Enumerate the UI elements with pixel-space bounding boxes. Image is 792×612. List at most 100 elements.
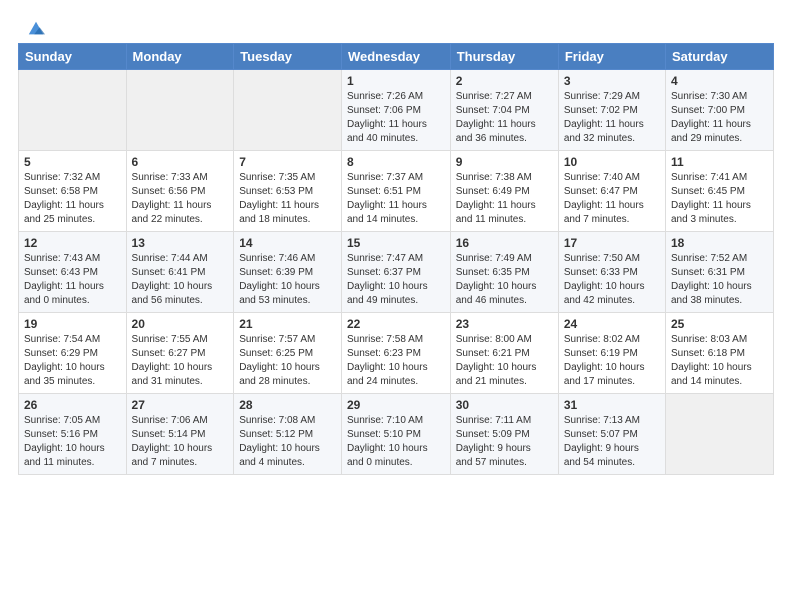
day-header-friday: Friday bbox=[558, 44, 665, 70]
cell-content: Sunrise: 7:41 AM Sunset: 6:45 PM Dayligh… bbox=[671, 171, 768, 227]
calendar-cell: 26 Sunrise: 7:05 AM Sunset: 5:16 PM Dayli… bbox=[19, 394, 127, 475]
calendar-cell: 6Sunrise: 7:33 AM Sunset: 6:56 PM Daylig… bbox=[126, 151, 234, 232]
calendar-cell bbox=[126, 70, 234, 151]
calendar-header-row: SundayMondayTuesdayWednesdayThursdayFrid… bbox=[19, 44, 774, 70]
week-row-4: 26 Sunrise: 7:05 AM Sunset: 5:16 PM Dayli… bbox=[19, 394, 774, 475]
calendar-cell: 17Sunrise: 7:50 AM Sunset: 6:33 PM Dayli… bbox=[558, 232, 665, 313]
cell-content: Sunrise: 7:08 AM Sunset: 5:12 PM Dayligh… bbox=[239, 414, 336, 470]
cell-content: Sunrise: 7:06 AM Sunset: 5:14 PM Dayligh… bbox=[132, 414, 229, 470]
calendar-table: SundayMondayTuesdayWednesdayThursdayFrid… bbox=[18, 43, 774, 475]
cell-content: Sunrise: 7:46 AM Sunset: 6:39 PM Dayligh… bbox=[239, 252, 336, 308]
cell-content: Sunrise: 8:00 AM Sunset: 6:21 PM Dayligh… bbox=[456, 333, 553, 389]
calendar-cell: 23Sunrise: 8:00 AM Sunset: 6:21 PM Dayli… bbox=[450, 313, 558, 394]
cell-content: Sunrise: 7:37 AM Sunset: 6:51 PM Dayligh… bbox=[347, 171, 445, 227]
cell-content: Sunrise: 7:52 AM Sunset: 6:31 PM Dayligh… bbox=[671, 252, 768, 308]
calendar-cell: 21 Sunrise: 7:57 AM Sunset: 6:25 PM Dayli… bbox=[234, 313, 342, 394]
day-header-wednesday: Wednesday bbox=[341, 44, 450, 70]
cell-content: Sunrise: 7:58 AM Sunset: 6:23 PM Dayligh… bbox=[347, 333, 445, 389]
calendar-cell: 28 Sunrise: 7:08 AM Sunset: 5:12 PM Dayli… bbox=[234, 394, 342, 475]
cell-content: Sunrise: 7:10 AM Sunset: 5:10 PM Dayligh… bbox=[347, 414, 445, 470]
cell-content: Sunrise: 7:27 AM Sunset: 7:04 PM Dayligh… bbox=[456, 90, 553, 146]
cell-content: Sunrise: 7:57 AM Sunset: 6:25 PM Dayligh… bbox=[239, 333, 336, 389]
cell-content: Sunrise: 7:35 AM Sunset: 6:53 PM Dayligh… bbox=[239, 171, 336, 227]
cell-content: Sunrise: 7:40 AM Sunset: 6:47 PM Dayligh… bbox=[564, 171, 660, 227]
logo-icon bbox=[27, 20, 45, 38]
day-number: 26 bbox=[24, 398, 121, 412]
calendar-cell: 18 Sunrise: 7:52 AM Sunset: 6:31 PM Dayli… bbox=[666, 232, 774, 313]
day-number: 9 bbox=[456, 155, 553, 169]
calendar-cell bbox=[666, 394, 774, 475]
calendar-cell: 19 Sunrise: 7:54 AM Sunset: 6:29 PM Dayli… bbox=[19, 313, 127, 394]
calendar-cell: 13 Sunrise: 7:44 AM Sunset: 6:41 PM Dayli… bbox=[126, 232, 234, 313]
cell-content: Sunrise: 7:49 AM Sunset: 6:35 PM Dayligh… bbox=[456, 252, 553, 308]
cell-content: Sunrise: 7:43 AM Sunset: 6:43 PM Dayligh… bbox=[24, 252, 121, 308]
day-header-monday: Monday bbox=[126, 44, 234, 70]
day-number: 13 bbox=[132, 236, 229, 250]
calendar-body: 1 Sunrise: 7:26 AM Sunset: 7:06 PM Daylig… bbox=[19, 70, 774, 475]
calendar-cell bbox=[234, 70, 342, 151]
day-number: 21 bbox=[239, 317, 336, 331]
day-number: 7 bbox=[239, 155, 336, 169]
calendar-cell: 27Sunrise: 7:06 AM Sunset: 5:14 PM Dayli… bbox=[126, 394, 234, 475]
week-row-2: 12 Sunrise: 7:43 AM Sunset: 6:43 PM Dayli… bbox=[19, 232, 774, 313]
calendar-cell: 30Sunrise: 7:11 AM Sunset: 5:09 PM Dayli… bbox=[450, 394, 558, 475]
cell-content: Sunrise: 7:38 AM Sunset: 6:49 PM Dayligh… bbox=[456, 171, 553, 227]
calendar-cell: 24 Sunrise: 8:02 AM Sunset: 6:19 PM Dayli… bbox=[558, 313, 665, 394]
calendar-cell bbox=[19, 70, 127, 151]
day-number: 22 bbox=[347, 317, 445, 331]
header bbox=[10, 10, 782, 43]
day-number: 28 bbox=[239, 398, 336, 412]
week-row-1: 5 Sunrise: 7:32 AM Sunset: 6:58 PM Daylig… bbox=[19, 151, 774, 232]
calendar-cell: 9 Sunrise: 7:38 AM Sunset: 6:49 PM Daylig… bbox=[450, 151, 558, 232]
day-number: 5 bbox=[24, 155, 121, 169]
cell-content: Sunrise: 7:30 AM Sunset: 7:00 PM Dayligh… bbox=[671, 90, 768, 146]
day-number: 2 bbox=[456, 74, 553, 88]
calendar-cell: 20Sunrise: 7:55 AM Sunset: 6:27 PM Dayli… bbox=[126, 313, 234, 394]
day-number: 14 bbox=[239, 236, 336, 250]
cell-content: Sunrise: 7:33 AM Sunset: 6:56 PM Dayligh… bbox=[132, 171, 229, 227]
calendar-cell: 29 Sunrise: 7:10 AM Sunset: 5:10 PM Dayli… bbox=[341, 394, 450, 475]
week-row-0: 1 Sunrise: 7:26 AM Sunset: 7:06 PM Daylig… bbox=[19, 70, 774, 151]
day-number: 31 bbox=[564, 398, 660, 412]
calendar-cell: 14 Sunrise: 7:46 AM Sunset: 6:39 PM Dayli… bbox=[234, 232, 342, 313]
calendar-cell: 25 Sunrise: 8:03 AM Sunset: 6:18 PM Dayli… bbox=[666, 313, 774, 394]
day-number: 10 bbox=[564, 155, 660, 169]
calendar-cell: 5 Sunrise: 7:32 AM Sunset: 6:58 PM Daylig… bbox=[19, 151, 127, 232]
cell-content: Sunrise: 7:26 AM Sunset: 7:06 PM Dayligh… bbox=[347, 90, 445, 146]
calendar-cell: 15 Sunrise: 7:47 AM Sunset: 6:37 PM Dayli… bbox=[341, 232, 450, 313]
cell-content: Sunrise: 7:32 AM Sunset: 6:58 PM Dayligh… bbox=[24, 171, 121, 227]
cell-content: Sunrise: 7:44 AM Sunset: 6:41 PM Dayligh… bbox=[132, 252, 229, 308]
day-number: 15 bbox=[347, 236, 445, 250]
logo bbox=[25, 20, 45, 38]
calendar-cell: 12 Sunrise: 7:43 AM Sunset: 6:43 PM Dayli… bbox=[19, 232, 127, 313]
calendar-cell: 10 Sunrise: 7:40 AM Sunset: 6:47 PM Dayli… bbox=[558, 151, 665, 232]
cell-content: Sunrise: 7:13 AM Sunset: 5:07 PM Dayligh… bbox=[564, 414, 660, 470]
cell-content: Sunrise: 8:03 AM Sunset: 6:18 PM Dayligh… bbox=[671, 333, 768, 389]
day-number: 1 bbox=[347, 74, 445, 88]
day-number: 18 bbox=[671, 236, 768, 250]
cell-content: Sunrise: 7:54 AM Sunset: 6:29 PM Dayligh… bbox=[24, 333, 121, 389]
cell-content: Sunrise: 8:02 AM Sunset: 6:19 PM Dayligh… bbox=[564, 333, 660, 389]
day-number: 11 bbox=[671, 155, 768, 169]
cell-content: Sunrise: 7:11 AM Sunset: 5:09 PM Dayligh… bbox=[456, 414, 553, 470]
day-header-saturday: Saturday bbox=[666, 44, 774, 70]
day-number: 3 bbox=[564, 74, 660, 88]
day-number: 12 bbox=[24, 236, 121, 250]
day-header-thursday: Thursday bbox=[450, 44, 558, 70]
day-number: 29 bbox=[347, 398, 445, 412]
day-number: 24 bbox=[564, 317, 660, 331]
calendar-cell: 31 Sunrise: 7:13 AM Sunset: 5:07 PM Dayli… bbox=[558, 394, 665, 475]
calendar-cell: 11 Sunrise: 7:41 AM Sunset: 6:45 PM Dayli… bbox=[666, 151, 774, 232]
cell-content: Sunrise: 7:05 AM Sunset: 5:16 PM Dayligh… bbox=[24, 414, 121, 470]
week-row-3: 19 Sunrise: 7:54 AM Sunset: 6:29 PM Dayli… bbox=[19, 313, 774, 394]
day-number: 19 bbox=[24, 317, 121, 331]
day-number: 8 bbox=[347, 155, 445, 169]
day-number: 25 bbox=[671, 317, 768, 331]
day-header-sunday: Sunday bbox=[19, 44, 127, 70]
cell-content: Sunrise: 7:47 AM Sunset: 6:37 PM Dayligh… bbox=[347, 252, 445, 308]
calendar-cell: 22 Sunrise: 7:58 AM Sunset: 6:23 PM Dayli… bbox=[341, 313, 450, 394]
calendar-cell: 8 Sunrise: 7:37 AM Sunset: 6:51 PM Daylig… bbox=[341, 151, 450, 232]
day-number: 16 bbox=[456, 236, 553, 250]
cell-content: Sunrise: 7:29 AM Sunset: 7:02 PM Dayligh… bbox=[564, 90, 660, 146]
calendar-cell: 4Sunrise: 7:30 AM Sunset: 7:00 PM Daylig… bbox=[666, 70, 774, 151]
